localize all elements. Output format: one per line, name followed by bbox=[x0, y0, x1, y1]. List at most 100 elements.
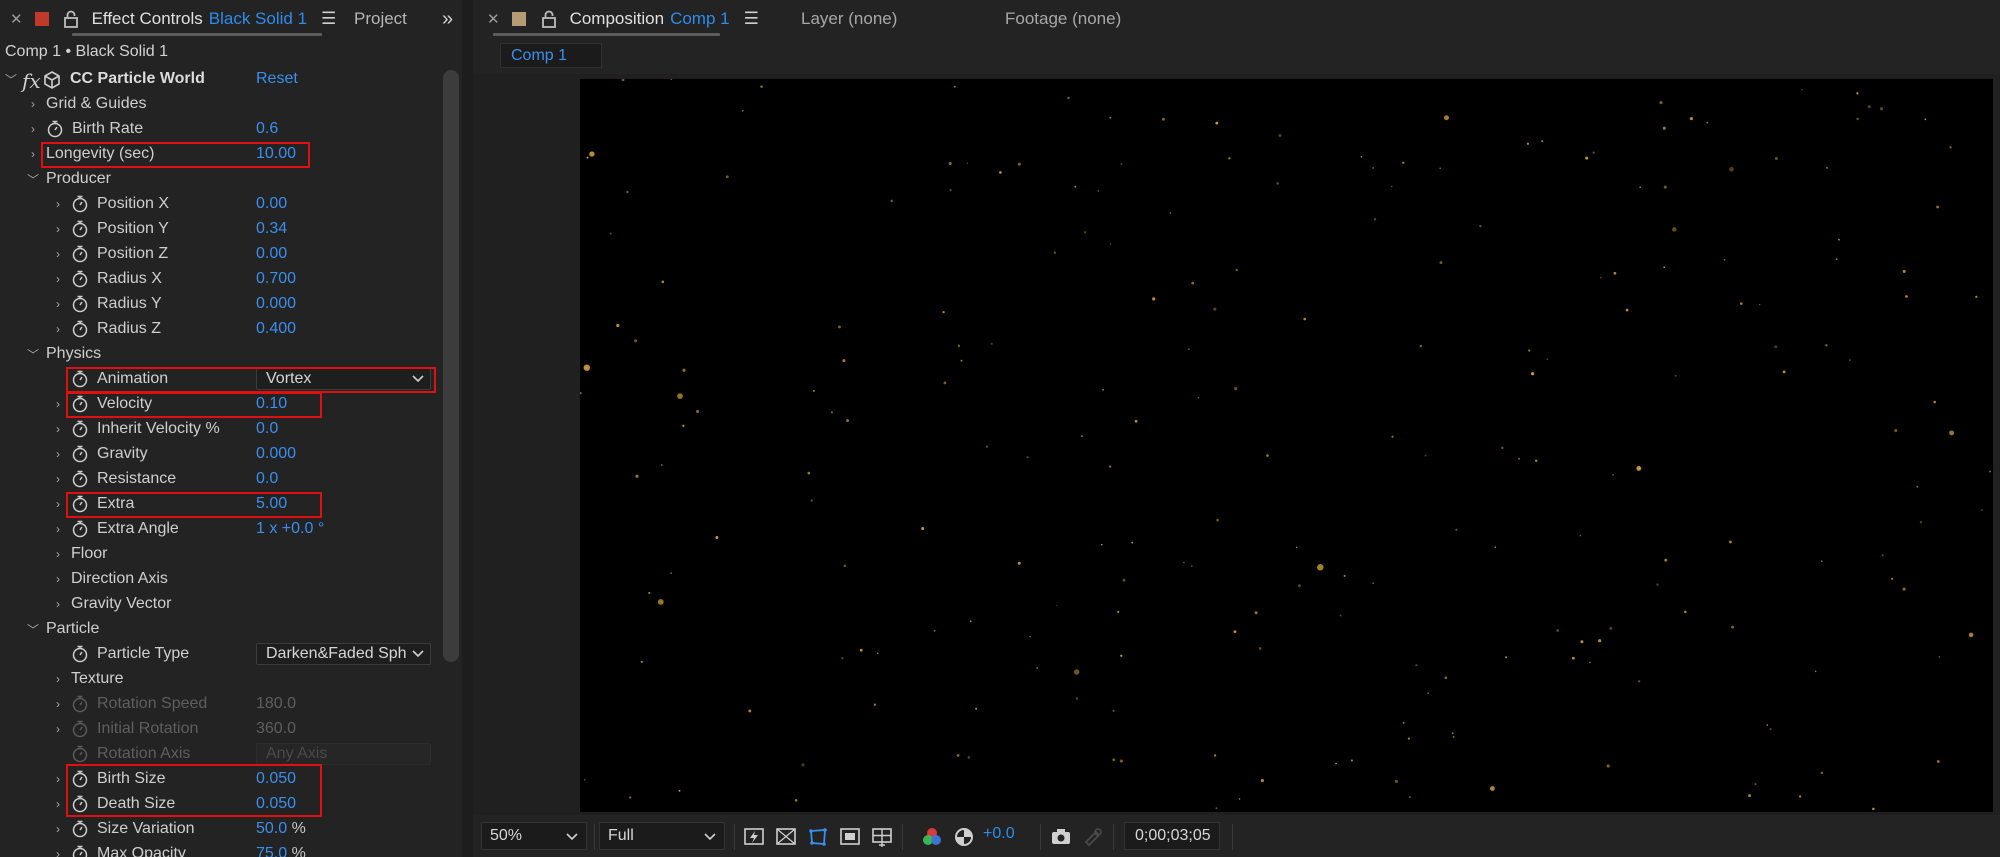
camera-icon[interactable] bbox=[1050, 826, 1072, 848]
stopwatch-icon[interactable] bbox=[71, 470, 89, 488]
close-icon[interactable]: ✕ bbox=[487, 10, 500, 28]
show-snapshot-icon[interactable] bbox=[1082, 826, 1104, 848]
stopwatch-icon[interactable] bbox=[71, 220, 89, 238]
property-value[interactable]: 0.0 bbox=[256, 470, 278, 488]
grid-guides-icon[interactable] bbox=[871, 826, 893, 848]
property-value[interactable]: 0.0 bbox=[256, 420, 278, 438]
panel-menu-icon[interactable]: ☰ bbox=[321, 9, 336, 29]
chevron-right-icon[interactable]: › bbox=[52, 496, 64, 512]
resolution-dropdown[interactable]: Full bbox=[599, 822, 725, 850]
property-value[interactable]: 0.00 bbox=[256, 245, 287, 263]
effect-row-cc-particle-world[interactable]: ﹀ fx CC Particle World Reset bbox=[0, 67, 440, 93]
chevron-right-icon[interactable]: › bbox=[52, 696, 64, 712]
color-channels-icon[interactable] bbox=[921, 826, 943, 848]
chevron-down-icon[interactable]: ﹀ bbox=[5, 71, 17, 87]
chevron-right-icon[interactable]: › bbox=[27, 146, 39, 162]
comp-subtab[interactable]: Comp 1 bbox=[500, 43, 602, 68]
chevron-right-icon[interactable]: › bbox=[52, 771, 64, 787]
group-particle[interactable]: ﹀ Particle bbox=[0, 617, 440, 642]
chevron-right-icon[interactable]: › bbox=[52, 471, 64, 487]
animation-dropdown[interactable]: Vortex bbox=[256, 368, 431, 390]
stopwatch-icon[interactable] bbox=[71, 770, 89, 788]
chevron-down-icon[interactable]: ﹀ bbox=[27, 621, 39, 637]
chevron-right-icon[interactable]: › bbox=[52, 271, 64, 287]
property-value[interactable]: 0.34 bbox=[256, 220, 287, 238]
group-direction-axis[interactable]: › Direction Axis bbox=[0, 567, 440, 592]
chevron-right-icon[interactable]: › bbox=[52, 221, 64, 237]
project-tab[interactable]: Project bbox=[354, 0, 407, 38]
chevron-right-icon[interactable]: › bbox=[52, 846, 64, 857]
footage-tab[interactable]: Footage (none) bbox=[1005, 0, 1121, 38]
chevron-right-icon[interactable]: › bbox=[52, 596, 64, 612]
group-grid-guides[interactable]: › Grid & Guides bbox=[0, 92, 440, 117]
transparency-grid-icon[interactable] bbox=[775, 826, 797, 848]
chevron-right-icon[interactable]: › bbox=[52, 671, 64, 687]
lock-icon[interactable] bbox=[62, 10, 80, 28]
layer-tab[interactable]: Layer (none) bbox=[801, 0, 897, 38]
panel-overflow-icon[interactable]: » bbox=[442, 0, 453, 38]
chevron-right-icon[interactable]: › bbox=[52, 296, 64, 312]
property-value[interactable]: 0.000 bbox=[256, 295, 296, 313]
stopwatch-icon[interactable] bbox=[71, 245, 89, 263]
chevron-down-icon[interactable]: ﹀ bbox=[27, 346, 39, 362]
chevron-right-icon[interactable]: › bbox=[52, 246, 64, 262]
chevron-right-icon[interactable]: › bbox=[52, 446, 64, 462]
stopwatch-icon[interactable] bbox=[71, 320, 89, 338]
property-value[interactable]: 1 x +0.0 ° bbox=[256, 520, 324, 538]
chevron-right-icon[interactable]: › bbox=[52, 546, 64, 562]
stopwatch-icon[interactable] bbox=[71, 520, 89, 538]
chevron-right-icon[interactable]: › bbox=[27, 96, 39, 112]
property-value[interactable]: 5.00 bbox=[256, 495, 287, 513]
stopwatch-icon[interactable] bbox=[71, 420, 89, 438]
chevron-right-icon[interactable]: › bbox=[52, 321, 64, 337]
property-value[interactable]: 0.400 bbox=[256, 320, 296, 338]
scrollbar-thumb[interactable] bbox=[443, 70, 459, 662]
chevron-right-icon[interactable]: › bbox=[52, 721, 64, 737]
property-value[interactable]: 50.0 % bbox=[256, 820, 306, 838]
lock-icon[interactable] bbox=[540, 10, 558, 28]
stopwatch-icon[interactable] bbox=[71, 370, 89, 388]
close-icon[interactable]: ✕ bbox=[10, 10, 23, 28]
chevron-right-icon[interactable]: › bbox=[52, 796, 64, 812]
group-floor[interactable]: › Floor bbox=[0, 542, 440, 567]
zoom-dropdown[interactable]: 50% bbox=[481, 822, 587, 850]
stopwatch-icon[interactable] bbox=[71, 395, 89, 413]
stopwatch-icon[interactable] bbox=[71, 495, 89, 513]
fast-previews-icon[interactable] bbox=[743, 826, 765, 848]
stopwatch-icon[interactable] bbox=[71, 195, 89, 213]
particle-type-dropdown[interactable]: Darken&Faded Sph bbox=[256, 643, 431, 665]
chevron-right-icon[interactable]: › bbox=[52, 396, 64, 412]
chevron-right-icon[interactable]: › bbox=[27, 121, 39, 137]
chevron-right-icon[interactable]: › bbox=[52, 821, 64, 837]
effect-reset-link[interactable]: Reset bbox=[256, 70, 298, 88]
stopwatch-icon[interactable] bbox=[71, 445, 89, 463]
chevron-right-icon[interactable]: › bbox=[52, 421, 64, 437]
property-value[interactable]: 0.6 bbox=[256, 120, 278, 138]
exposure-value[interactable]: +0.0 bbox=[983, 825, 1015, 843]
property-value[interactable]: 75.0 % bbox=[256, 845, 306, 857]
stopwatch-icon[interactable] bbox=[71, 645, 89, 663]
property-value[interactable]: 0.10 bbox=[256, 395, 287, 413]
reset-exposure-icon[interactable] bbox=[953, 826, 975, 848]
stopwatch-icon[interactable] bbox=[46, 120, 64, 138]
property-value[interactable]: 0.050 bbox=[256, 795, 296, 813]
chevron-right-icon[interactable]: › bbox=[52, 521, 64, 537]
group-producer[interactable]: ﹀ Producer bbox=[0, 167, 440, 192]
stopwatch-icon[interactable] bbox=[71, 795, 89, 813]
property-value[interactable]: 0.700 bbox=[256, 270, 296, 288]
fx-icon[interactable]: fx bbox=[22, 69, 41, 93]
stopwatch-icon[interactable] bbox=[71, 270, 89, 288]
stopwatch-icon[interactable] bbox=[71, 295, 89, 313]
property-value[interactable]: 0.050 bbox=[256, 770, 296, 788]
chevron-right-icon[interactable]: › bbox=[52, 196, 64, 212]
stopwatch-icon[interactable] bbox=[71, 845, 89, 857]
group-gravity-vector[interactable]: › Gravity Vector bbox=[0, 592, 440, 617]
property-value[interactable]: 10.00 bbox=[256, 145, 296, 163]
chevron-down-icon[interactable]: ﹀ bbox=[27, 171, 39, 187]
composition-viewer[interactable] bbox=[473, 74, 2000, 815]
property-value[interactable]: 0.00 bbox=[256, 195, 287, 213]
group-texture[interactable]: › Texture bbox=[0, 667, 440, 692]
panel-menu-icon[interactable]: ☰ bbox=[744, 9, 759, 29]
chevron-right-icon[interactable]: › bbox=[52, 571, 64, 587]
property-value[interactable]: 0.000 bbox=[256, 445, 296, 463]
